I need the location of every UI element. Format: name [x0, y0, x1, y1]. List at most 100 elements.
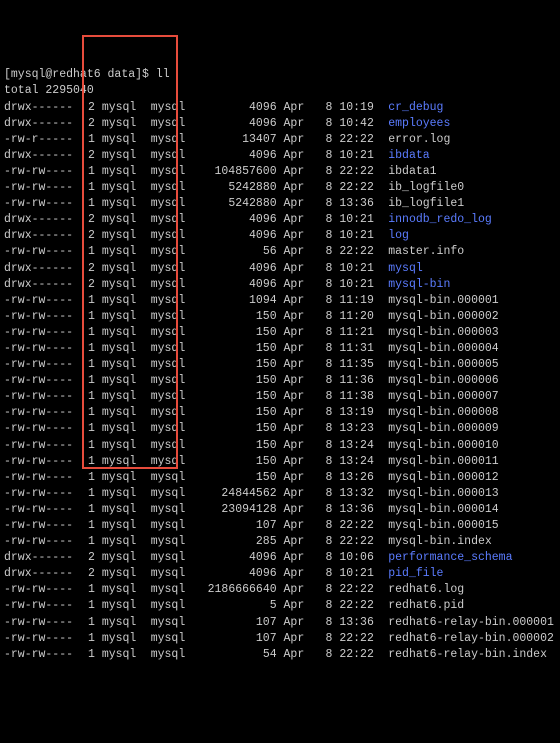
- file-name: mysql-bin.000014: [388, 503, 498, 516]
- month: Apr: [284, 212, 312, 228]
- owner: mysql: [102, 550, 144, 566]
- time: 10:21: [339, 566, 381, 582]
- owner: mysql: [102, 502, 144, 518]
- permissions: -rw-rw----: [4, 454, 81, 470]
- month: Apr: [284, 454, 312, 470]
- permissions: -rw-rw----: [4, 486, 81, 502]
- directory-name: innodb_redo_log: [388, 213, 492, 226]
- directory-name: mysql-bin: [388, 278, 450, 291]
- size: 150: [200, 389, 277, 405]
- group: mysql: [151, 486, 193, 502]
- time: 10:21: [339, 148, 381, 164]
- size: 150: [200, 373, 277, 389]
- time: 10:06: [339, 550, 381, 566]
- link-count: 2: [88, 566, 95, 582]
- day: 8: [318, 598, 332, 614]
- link-count: 1: [88, 421, 95, 437]
- permissions: -rw-rw----: [4, 373, 81, 389]
- link-count: 2: [88, 100, 95, 116]
- day: 8: [318, 100, 332, 116]
- link-count: 1: [88, 615, 95, 631]
- day: 8: [318, 486, 332, 502]
- listing-row: -rw-rw---- 1 mysql mysql 24844562 Apr 8 …: [4, 486, 556, 502]
- day: 8: [318, 518, 332, 534]
- time: 22:22: [339, 132, 381, 148]
- time: 13:36: [339, 615, 381, 631]
- link-count: 1: [88, 518, 95, 534]
- group: mysql: [151, 421, 193, 437]
- time: 13:24: [339, 438, 381, 454]
- listing-row: -rw-rw---- 1 mysql mysql 107 Apr 8 13:36…: [4, 615, 556, 631]
- time: 13:24: [339, 454, 381, 470]
- day: 8: [318, 438, 332, 454]
- permissions: drwx------: [4, 550, 81, 566]
- month: Apr: [284, 277, 312, 293]
- link-count: 1: [88, 454, 95, 470]
- day: 8: [318, 615, 332, 631]
- permissions: -rw-rw----: [4, 309, 81, 325]
- time: 11:31: [339, 341, 381, 357]
- month: Apr: [284, 228, 312, 244]
- listing-row: drwx------ 2 mysql mysql 4096 Apr 8 10:2…: [4, 566, 556, 582]
- day: 8: [318, 164, 332, 180]
- day: 8: [318, 341, 332, 357]
- group: mysql: [151, 357, 193, 373]
- file-name: mysql-bin.000007: [388, 390, 498, 403]
- time: 13:19: [339, 405, 381, 421]
- day: 8: [318, 180, 332, 196]
- listing-row: -rw-rw---- 1 mysql mysql 5242880 Apr 8 1…: [4, 196, 556, 212]
- time: 22:22: [339, 164, 381, 180]
- listing-row: -rw-rw---- 1 mysql mysql 23094128 Apr 8 …: [4, 502, 556, 518]
- permissions: -rw-rw----: [4, 438, 81, 454]
- time: 10:42: [339, 116, 381, 132]
- permissions: -rw-rw----: [4, 534, 81, 550]
- link-count: 1: [88, 598, 95, 614]
- day: 8: [318, 631, 332, 647]
- listing-row: -rw-rw---- 1 mysql mysql 54 Apr 8 22:22 …: [4, 647, 556, 663]
- file-name: master.info: [388, 245, 464, 258]
- size: 150: [200, 341, 277, 357]
- owner: mysql: [102, 438, 144, 454]
- group: mysql: [151, 164, 193, 180]
- size: 107: [200, 615, 277, 631]
- link-count: 1: [88, 244, 95, 260]
- size: 4096: [200, 148, 277, 164]
- month: Apr: [284, 502, 312, 518]
- listing-row: drwx------ 2 mysql mysql 4096 Apr 8 10:2…: [4, 148, 556, 164]
- size: 13407: [200, 132, 277, 148]
- month: Apr: [284, 357, 312, 373]
- time: 10:21: [339, 261, 381, 277]
- size: 4096: [200, 261, 277, 277]
- link-count: 1: [88, 341, 95, 357]
- listing-row: drwx------ 2 mysql mysql 4096 Apr 8 10:2…: [4, 261, 556, 277]
- group: mysql: [151, 566, 193, 582]
- size: 23094128: [200, 502, 277, 518]
- month: Apr: [284, 180, 312, 196]
- file-name: mysql-bin.000015: [388, 519, 498, 532]
- file-name: ibdata1: [388, 165, 436, 178]
- month: Apr: [284, 470, 312, 486]
- time: 13:32: [339, 486, 381, 502]
- file-name: error.log: [388, 133, 450, 146]
- directory-name: log: [388, 229, 409, 242]
- month: Apr: [284, 550, 312, 566]
- size: 150: [200, 325, 277, 341]
- owner: mysql: [102, 196, 144, 212]
- listing-row: drwx------ 2 mysql mysql 4096 Apr 8 10:2…: [4, 212, 556, 228]
- owner: mysql: [102, 341, 144, 357]
- time: 22:22: [339, 180, 381, 196]
- file-name: mysql-bin.000005: [388, 358, 498, 371]
- link-count: 1: [88, 405, 95, 421]
- group: mysql: [151, 261, 193, 277]
- size: 4096: [200, 116, 277, 132]
- permissions: -rw-rw----: [4, 598, 81, 614]
- file-name: mysql-bin.000009: [388, 422, 498, 435]
- permissions: -rw-rw----: [4, 615, 81, 631]
- day: 8: [318, 325, 332, 341]
- month: Apr: [284, 647, 312, 663]
- link-count: 1: [88, 325, 95, 341]
- permissions: -rw-rw----: [4, 405, 81, 421]
- time: 22:22: [339, 631, 381, 647]
- time: 22:22: [339, 518, 381, 534]
- terminal-output[interactable]: [mysql@redhat6 data]$ lltotal 2295040drw…: [4, 67, 556, 662]
